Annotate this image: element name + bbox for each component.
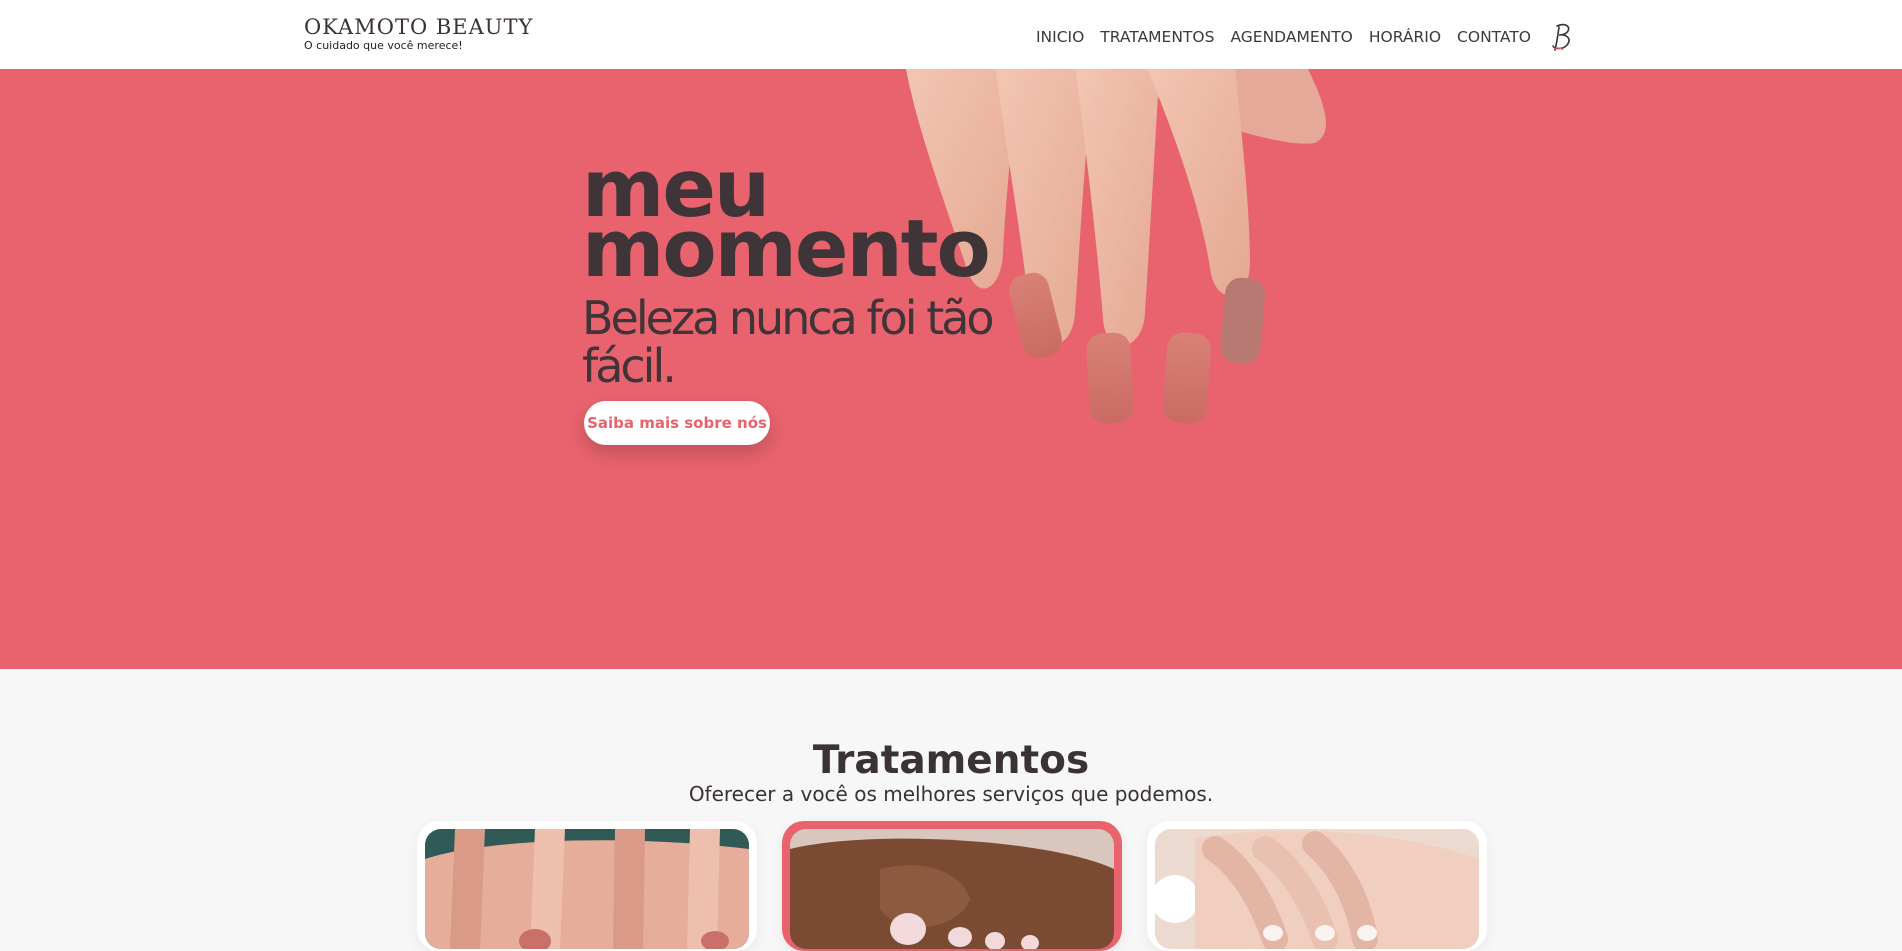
hero-title: meu momento [582, 150, 991, 295]
treatments-subtitle: Oferecer a você os melhores serviços que… [688, 782, 1214, 806]
site-header: OKAMOTO BEAUTY O cuidado que você merece… [0, 0, 1902, 69]
hero-subtitle: Beleza nunca foi tão fácil. [582, 291, 995, 393]
manicure-photo [425, 829, 749, 949]
treatment-card-french[interactable] [1147, 821, 1487, 951]
nav-agendamento[interactable]: AGENDAMENTO [1230, 25, 1352, 49]
about-us-button[interactable]: Saiba mais sobre nós [584, 401, 770, 445]
brand-name: OKAMOTO BEAUTY [304, 15, 534, 39]
french-nails-photo [1155, 829, 1479, 949]
brand-logo[interactable]: OKAMOTO BEAUTY O cuidado que você merece… [304, 15, 533, 53]
pedicure-photo [790, 829, 1114, 949]
nav-tratamentos[interactable]: TRATAMENTOS [1100, 25, 1214, 49]
treatments-title: Tratamentos [812, 738, 1090, 783]
treatment-cards [417, 821, 1487, 951]
nav-inicio[interactable]: INICIO [1036, 25, 1084, 49]
hero-title-line2: momento [582, 203, 991, 295]
hero-banner: meu momento Beleza nunca foi tão fácil. … [0, 69, 1902, 669]
monogram-b-icon[interactable] [1549, 22, 1575, 52]
nav-contato[interactable]: CONTATO [1457, 25, 1531, 49]
treatment-card-manicure[interactable] [417, 821, 757, 951]
treatment-card-pedicure[interactable] [782, 821, 1122, 951]
main-nav: INICIO TRATAMENTOS AGENDAMENTO HORÁRIO C… [1020, 22, 1575, 52]
brand-tagline: O cuidado que você merece! [304, 39, 463, 52]
nav-horario[interactable]: HORÁRIO [1369, 25, 1441, 49]
